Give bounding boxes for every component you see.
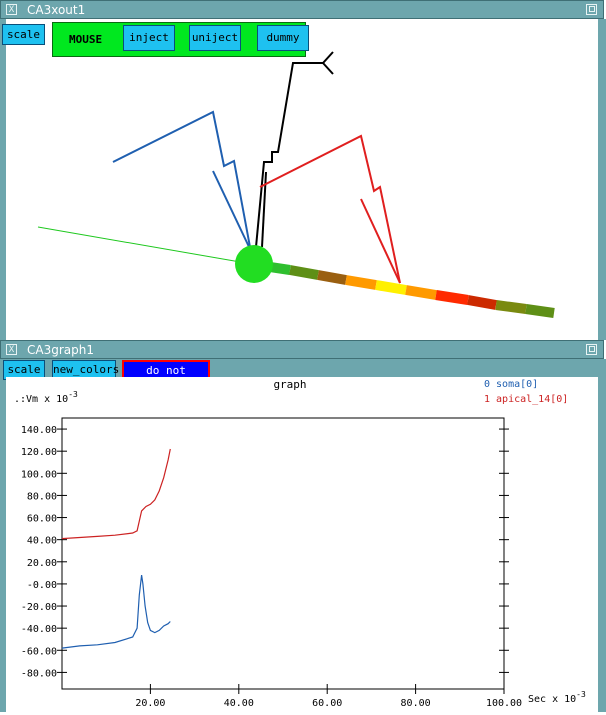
window-frame-right [598, 359, 606, 712]
plot-layer: 140.00 120.00 100.00 80.00 60.00 40.00 20.00 -0… [21, 417, 522, 709]
axon-line [37, 226, 247, 264]
mouse-label: MOUSE [69, 33, 103, 46]
series-line-0 [61, 575, 171, 649]
y-tick-label: 120.00 [21, 447, 57, 458]
y-axis-exponent: -3 [68, 390, 78, 399]
x-tick-label: 60.00 [312, 698, 342, 709]
dendrite-black-fork [322, 62, 334, 75]
y-tick-label: -0.00 [27, 580, 57, 591]
x-tick-label: 40.00 [224, 698, 254, 709]
dendrite-blue [112, 110, 251, 248]
neuron-morphology [37, 51, 555, 318]
apical-segments [269, 262, 555, 318]
y-tick-label: 140.00 [21, 425, 57, 436]
legend-apical: 1 apical_14[0] [484, 394, 568, 405]
scale-button[interactable]: scale [2, 24, 45, 45]
y-tick-label: 100.00 [21, 469, 57, 480]
series-line-1 [61, 448, 171, 540]
close-icon[interactable]: X [6, 344, 17, 355]
legend-soma: 0 soma[0] [484, 379, 538, 390]
y-tick-label: -60.00 [21, 646, 57, 657]
dummy-button[interactable]: dummy [257, 25, 309, 51]
close-icon[interactable]: X [6, 4, 17, 15]
graph-plot: graph 0 soma[0] 1 apical_14[0] .:Vm x 10… [14, 378, 586, 709]
y-tick-label: 80.00 [27, 491, 57, 502]
window-frame-right [598, 19, 606, 340]
graph-title: graph [273, 378, 306, 391]
x-tick-label: 20.00 [135, 698, 165, 709]
y-tick-label: 60.00 [27, 514, 57, 525]
y-tick-label: -20.00 [21, 602, 57, 613]
maximize-icon[interactable] [586, 344, 597, 355]
y-axis-label: .:Vm x 10-3 [14, 390, 78, 405]
window-titlebar[interactable]: X CA3xout1 [0, 0, 604, 19]
neuron-canvas[interactable] [6, 19, 598, 340]
window-title: CA3xout1 [27, 3, 86, 17]
maximize-icon[interactable] [586, 4, 597, 15]
window-titlebar[interactable]: X CA3graph1 [0, 340, 604, 359]
graph-window: X CA3graph1 scale new_colors do not over… [0, 340, 606, 712]
plot-frame [61, 417, 505, 690]
x-tick-label: 100.00 [486, 698, 522, 709]
x-axis-label: Sec x 10-3 [528, 690, 586, 705]
graph-canvas[interactable]: graph 0 soma[0] 1 apical_14[0] .:Vm x 10… [6, 377, 598, 712]
y-tick-label: -40.00 [21, 624, 57, 635]
y-tick-label: 40.00 [27, 536, 57, 547]
x-axis-label-text: Sec x 10 [528, 694, 576, 705]
y-axis-label-text: .:Vm x 10 [14, 394, 68, 405]
x-axis-exponent: -3 [576, 690, 586, 699]
window-title: CA3graph1 [27, 343, 94, 357]
dendrite-red [259, 134, 401, 284]
dendrite-red-branch [360, 198, 401, 284]
dendrite-black [255, 51, 334, 248]
uniject-button[interactable]: uniject [189, 25, 241, 51]
dendrite-blue-branch [212, 170, 251, 250]
y-tick-label: 20.00 [27, 558, 57, 569]
inject-button[interactable]: inject [123, 25, 175, 51]
y-tick-label: -80.00 [21, 668, 57, 679]
x-tick-label: 80.00 [401, 698, 431, 709]
soma-circle [235, 245, 273, 283]
neuron-window: X CA3xout1 scale MOUSE inject uniject du… [0, 0, 606, 340]
